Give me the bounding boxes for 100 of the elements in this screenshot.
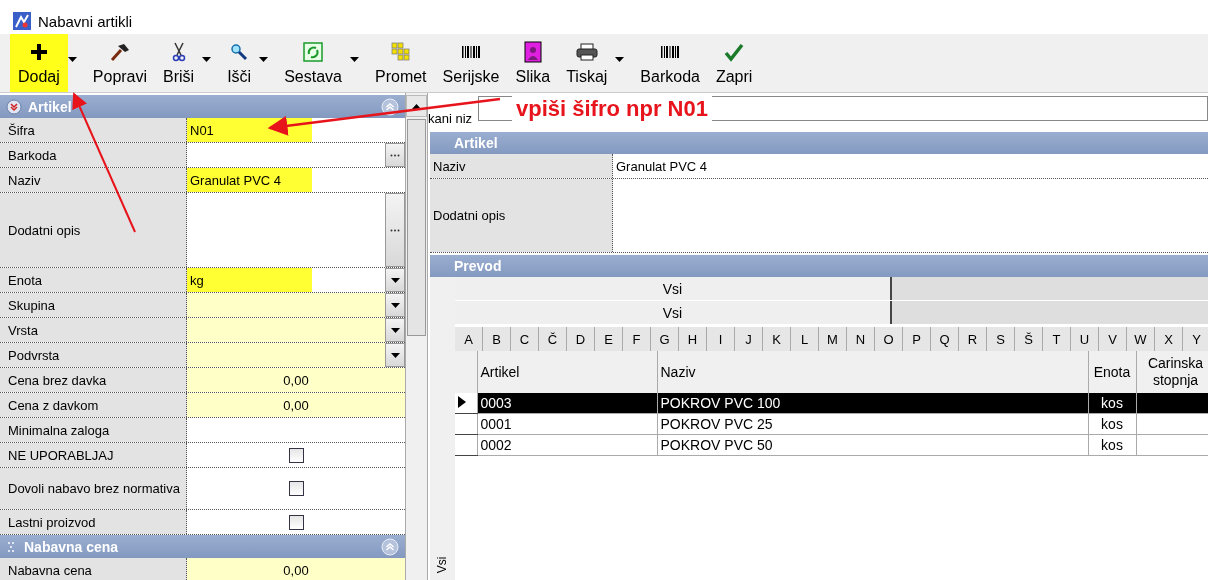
caret-icon[interactable] — [202, 56, 212, 62]
dropdown-button[interactable] — [385, 318, 405, 342]
dropdown-field[interactable] — [187, 293, 405, 317]
scissors-icon — [171, 42, 186, 62]
toolbar-button[interactable]: Briši — [155, 34, 203, 92]
toolbar-button[interactable]: Barkoda — [632, 34, 708, 92]
table-cell: 0002 — [480, 437, 512, 453]
row-pointer-icon — [458, 396, 466, 408]
field-label: Naziv — [0, 168, 187, 192]
caret-icon[interactable] — [350, 56, 359, 62]
dropdown-button[interactable] — [385, 293, 405, 317]
field-value: 0,00 — [282, 562, 310, 578]
field-label: Podvrsta — [0, 343, 187, 367]
table-cell: kos — [1101, 416, 1123, 432]
field-label: Dodatni opis — [0, 193, 187, 267]
table-cell: 0003 — [480, 395, 512, 411]
checkbox[interactable] — [288, 514, 304, 530]
number-field[interactable]: 0,00 — [187, 368, 405, 392]
side-label: Vsi — [435, 556, 450, 574]
field-value: 0,00 — [282, 397, 310, 413]
recycle-icon — [303, 42, 324, 62]
filter-cell[interactable]: Vsi — [455, 301, 892, 324]
caret-icon — [390, 327, 400, 333]
table-cell: POKROV PVC 100 — [660, 395, 781, 411]
collapse-icon[interactable] — [381, 537, 399, 556]
toolbar-button[interactable]: Slika — [507, 34, 559, 92]
table-cell: kos — [1101, 395, 1123, 411]
toolbar-button[interactable]: Tiskaj — [558, 34, 616, 92]
ellipsis-icon — [390, 153, 400, 157]
browse-button[interactable] — [385, 143, 405, 167]
toolbar-button[interactable]: Išči — [219, 34, 260, 92]
field-label: Minimalna zaloga — [0, 418, 187, 442]
field-label: kani niz — [428, 111, 473, 126]
column-header[interactable]: Artikel — [477, 351, 657, 393]
ellipsis-icon — [390, 228, 400, 232]
dropdown-field[interactable]: kg — [187, 268, 405, 292]
checkbox[interactable] — [288, 447, 304, 463]
column-header[interactable]: Carinska stopnja — [1136, 351, 1208, 393]
table-cell: 0001 — [480, 416, 512, 432]
app-icon — [12, 11, 32, 31]
hammer-icon — [108, 42, 131, 62]
checkbox[interactable] — [288, 481, 304, 496]
caret-icon — [390, 352, 400, 358]
printer-icon — [575, 43, 598, 61]
caret-icon[interactable] — [259, 56, 269, 62]
annotation-text: vpiši šifro npr N01 — [512, 96, 712, 122]
field-value: 0,00 — [282, 372, 310, 388]
toolbar-button[interactable]: Serijske — [434, 34, 508, 92]
up-arrow-icon — [412, 103, 421, 109]
column-header[interactable]: Enota — [1088, 351, 1136, 393]
field-label: Dodatni opis — [430, 179, 613, 252]
scrollbar-thumb[interactable] — [407, 119, 426, 336]
dropdown-field[interactable] — [187, 343, 405, 367]
table-cell: POKROV PVC 50 — [660, 437, 773, 453]
toolbar-button[interactable]: Sestava — [276, 34, 350, 92]
field-label: NE UPORABLJAJ — [0, 443, 187, 467]
search-icon — [230, 43, 249, 61]
field-label: Cena brez davka — [0, 368, 187, 392]
field-value[interactable]: N01 — [187, 122, 214, 138]
section-title: Artikel — [28, 98, 72, 115]
field-label: Vrsta — [0, 318, 187, 342]
caret-icon — [390, 302, 400, 308]
plus-icon — [28, 42, 49, 62]
field-label: Cena z davkom — [0, 393, 187, 417]
section-title: Artikel — [454, 135, 498, 151]
dropdown-button[interactable] — [385, 343, 405, 367]
caret-icon — [390, 277, 400, 283]
toolbar-button[interactable]: Zapri — [707, 34, 761, 92]
toolbar-button[interactable]: Popravi — [84, 34, 156, 92]
collapse-icon[interactable] — [381, 97, 399, 116]
expand-icon — [6, 98, 22, 115]
caret-icon[interactable] — [615, 56, 625, 62]
field-label: Naziv — [430, 154, 613, 178]
field-label: Enota — [0, 268, 187, 292]
table-cell: POKROV PVC 25 — [660, 416, 773, 432]
field-value[interactable]: Granulat PVC 4 — [187, 172, 282, 188]
field-label: Šifra — [0, 118, 187, 142]
field-value: Granulat PVC 4 — [616, 158, 708, 174]
table-row[interactable]: 0001 POKROV PVC 25 kos — [455, 413, 1208, 435]
field-label: Lastni proizvod — [0, 510, 187, 534]
toolbar-button[interactable]: Promet — [367, 34, 435, 92]
dropdown-field[interactable] — [187, 318, 405, 342]
dropdown-button[interactable] — [385, 268, 405, 292]
caret-icon[interactable] — [67, 56, 77, 62]
table-cell: kos — [1101, 437, 1123, 453]
filter-cell[interactable]: Vsi — [455, 277, 892, 300]
barcode-icon — [461, 45, 481, 59]
barcode-icon — [660, 45, 681, 59]
field-value[interactable]: kg — [187, 272, 204, 288]
table-row[interactable]: 0002 POKROV PVC 50 kos — [455, 434, 1208, 456]
section-title: Nabavna cena — [24, 538, 119, 555]
field-label: Dovoli nabavo brez normativa — [0, 468, 187, 509]
number-field[interactable]: 0,00 — [187, 558, 405, 580]
field-label: Barkoda — [0, 143, 187, 167]
section-title: Prevod — [454, 258, 502, 274]
toolbar-button[interactable]: Dodaj — [10, 34, 68, 92]
picture-icon — [523, 41, 542, 63]
field-label: Nabavna cena — [0, 558, 187, 580]
number-field[interactable]: 0,00 — [187, 393, 405, 417]
column-header[interactable]: Naziv — [657, 351, 1088, 393]
